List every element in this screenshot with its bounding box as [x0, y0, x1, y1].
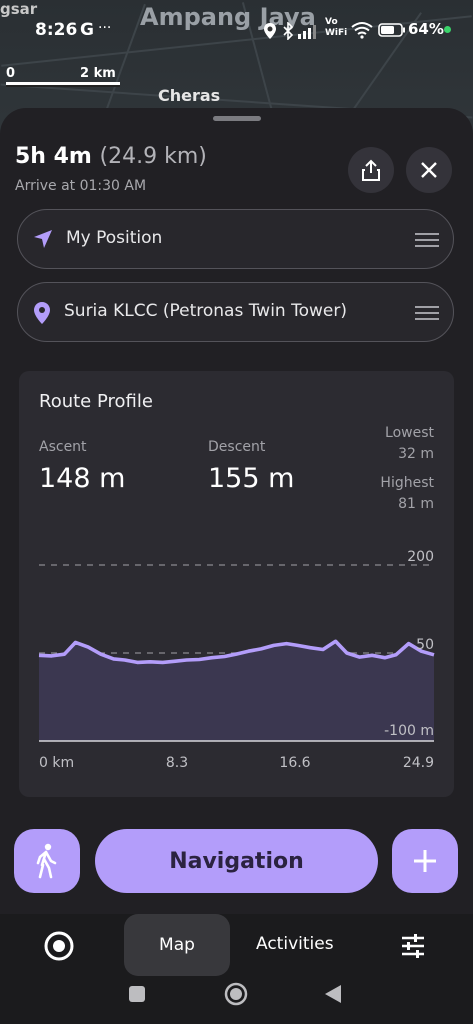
battery-percent: 64%: [408, 20, 444, 38]
battery-icon: [378, 23, 405, 37]
status-time: 8:26: [35, 20, 78, 40]
x-tick-label: 16.6: [279, 755, 310, 771]
plus-icon: [414, 850, 436, 872]
signal-icon: [298, 25, 316, 39]
location-icon: [264, 23, 276, 39]
sliders-icon: [402, 934, 424, 958]
map-scale: 0 2 km: [6, 66, 126, 88]
drag-handle-icon[interactable]: [415, 305, 439, 321]
route-profile-card: Route Profile Ascent 148 m Descent 155 m…: [19, 371, 454, 797]
destination-label: Suria KLCC (Petronas Twin Tower): [64, 301, 347, 321]
y-tick-label: -100 m: [384, 723, 434, 739]
destination-field[interactable]: Suria KLCC (Petronas Twin Tower): [17, 282, 454, 342]
route-summary: 5h 4m (24.9 km): [15, 144, 207, 169]
y-tick-label: 200: [407, 549, 434, 565]
navigation-arrow-icon: [34, 230, 52, 248]
status-vo: Vo: [325, 17, 338, 27]
pin-icon: [34, 302, 50, 324]
walking-person-icon: [36, 843, 57, 879]
share-icon: [362, 159, 380, 181]
route-duration: 5h 4m: [15, 144, 92, 169]
close-icon: [421, 162, 437, 178]
tab-settings[interactable]: [400, 933, 426, 959]
elevation-chart[interactable]: 200 50 -100 m 0 km 8.3 16.6 24.9: [19, 371, 454, 797]
tab-map[interactable]: Map: [124, 914, 230, 976]
status-dots: ···: [98, 20, 112, 36]
arrival-time: Arrive at 01:30 AM: [15, 178, 147, 194]
route-distance: (24.9 km): [99, 144, 207, 169]
share-button[interactable]: [348, 147, 394, 193]
y-tick-label: 50: [416, 637, 434, 653]
status-g: G: [80, 20, 94, 40]
map-label-cheras: Cheras: [158, 86, 221, 105]
tab-activities-label: Activities: [256, 934, 334, 954]
x-tick-label: 8.3: [166, 755, 188, 771]
recents-button[interactable]: [129, 986, 145, 1002]
record-icon: [44, 931, 74, 961]
status-dot-icon: [444, 26, 451, 33]
close-button[interactable]: [406, 147, 452, 193]
sheet-drag-handle[interactable]: [213, 116, 261, 121]
scale-zero: 0: [6, 66, 16, 81]
add-button[interactable]: [392, 829, 458, 893]
x-tick-label: 24.9: [403, 755, 434, 771]
navigation-button[interactable]: Navigation: [95, 829, 378, 893]
tab-activities[interactable]: Activities: [256, 934, 334, 954]
tab-record[interactable]: [43, 930, 75, 962]
bottom-tab-bar: Map Activities: [0, 914, 473, 1024]
status-wifi-text: WiFi: [325, 28, 348, 38]
walk-mode-button[interactable]: [14, 829, 80, 893]
wifi-icon: [351, 22, 373, 39]
home-button[interactable]: [224, 982, 248, 1006]
back-button[interactable]: [324, 984, 342, 1004]
x-tick-label: 0 km: [39, 755, 74, 771]
drag-handle-icon[interactable]: [415, 232, 439, 248]
origin-label: My Position: [66, 228, 163, 248]
tab-map-label: Map: [159, 935, 195, 955]
status-bar: 8:26 G ··· Vo WiFi 64%: [0, 14, 473, 46]
origin-field[interactable]: My Position: [17, 209, 454, 269]
scale-value: 2 km: [80, 66, 116, 81]
bluetooth-icon: [283, 22, 293, 40]
